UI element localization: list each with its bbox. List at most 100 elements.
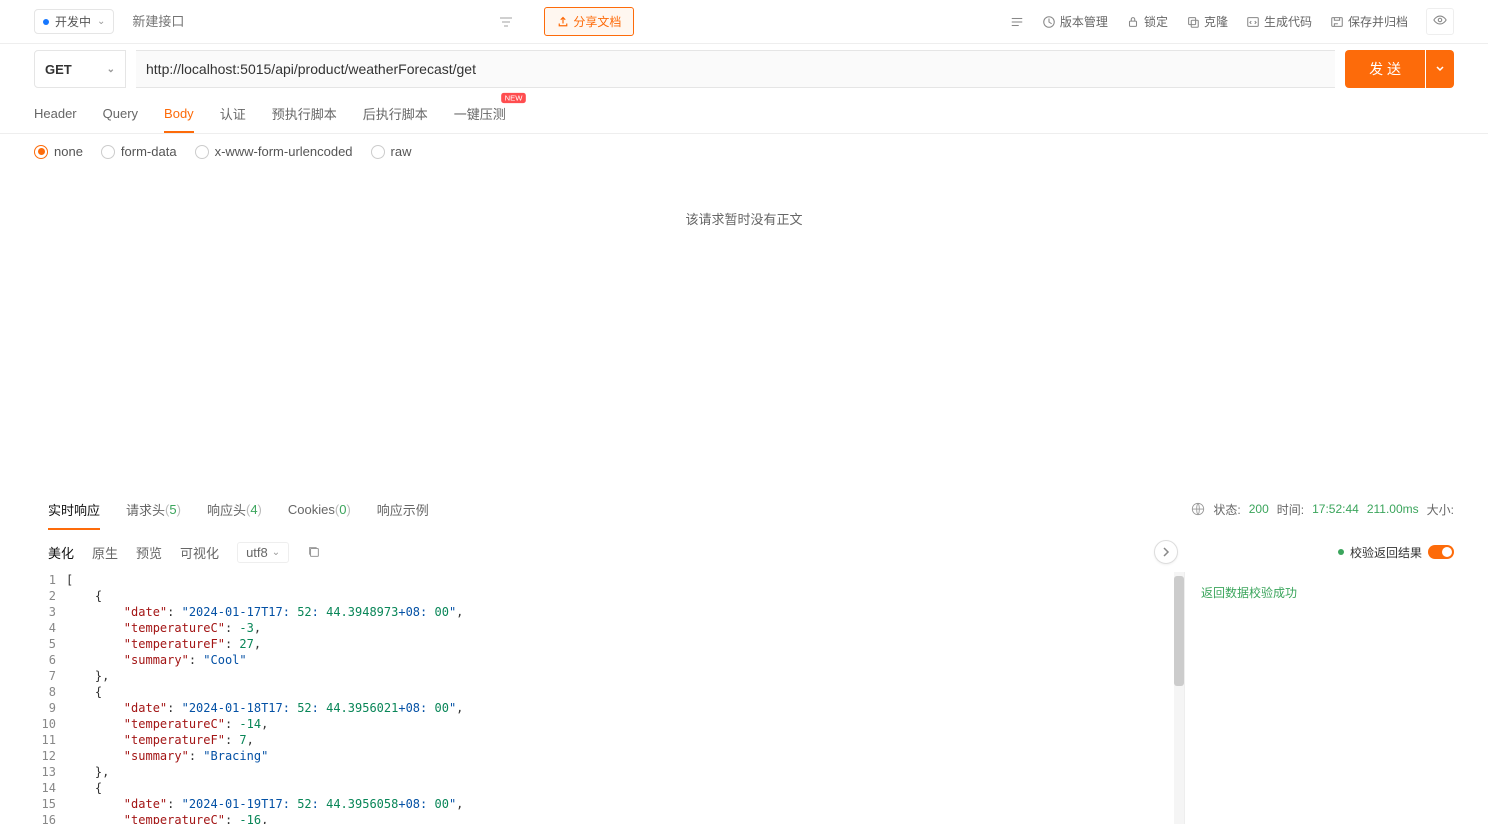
code-line: "temperatureC": -16,: [66, 812, 1184, 824]
scrollbar-track[interactable]: [1174, 572, 1184, 824]
line-number: 5: [34, 636, 56, 652]
send-dropdown-button[interactable]: [1426, 50, 1454, 88]
radio-circle: [195, 145, 209, 159]
validation-toggle[interactable]: [1428, 545, 1454, 559]
toolbar-label: 保存并归档: [1348, 13, 1408, 30]
tab-认证[interactable]: 认证: [220, 94, 246, 133]
body-type-form-data[interactable]: form-data: [101, 144, 177, 159]
validation-dot: [1338, 549, 1344, 555]
line-number: 12: [34, 748, 56, 764]
line-number: 14: [34, 780, 56, 796]
toolbar-history-button[interactable]: 版本管理: [1042, 13, 1108, 30]
dev-status-chip[interactable]: 开发中 ⌄: [34, 9, 114, 34]
line-number: 8: [34, 684, 56, 700]
share-label: 分享文档: [573, 13, 621, 30]
duration-value: 211.00ms: [1367, 502, 1419, 516]
body-type-none[interactable]: none: [34, 144, 83, 159]
status-code: 200: [1249, 502, 1269, 516]
share-doc-button[interactable]: 分享文档: [544, 7, 634, 36]
format-预览[interactable]: 预览: [136, 543, 162, 562]
tab-header[interactable]: Header: [34, 94, 77, 133]
clone-icon: [1186, 15, 1200, 29]
radio-circle: [101, 145, 115, 159]
response-tab-0[interactable]: 实时响应: [48, 488, 100, 530]
code-icon: [1246, 15, 1260, 29]
code-line: },: [66, 764, 1184, 780]
code-line: [: [66, 572, 1184, 588]
response-tab-4[interactable]: 响应示例: [377, 488, 429, 530]
save-icon: [1330, 15, 1344, 29]
toolbar-clone-button[interactable]: 克隆: [1186, 13, 1228, 30]
body-type-raw[interactable]: raw: [371, 144, 412, 159]
code-line: {: [66, 588, 1184, 604]
line-number: 15: [34, 796, 56, 812]
code-line: "temperatureC": -3,: [66, 620, 1184, 636]
line-number: 1: [34, 572, 56, 588]
code-line: },: [66, 668, 1184, 684]
toolbar-label: 版本管理: [1060, 13, 1108, 30]
code-line: "temperatureF": 7,: [66, 732, 1184, 748]
no-body-text: 该请求暂时没有正文: [0, 169, 1488, 228]
code-line: "summary": "Bracing": [66, 748, 1184, 764]
tab-预执行脚本[interactable]: 预执行脚本: [272, 94, 337, 133]
chevron-down-icon: [1435, 64, 1445, 74]
url-input[interactable]: [136, 50, 1335, 88]
history-icon: [1042, 15, 1056, 29]
line-number: 10: [34, 716, 56, 732]
time-label: 时间:: [1277, 501, 1304, 518]
status-dot: [43, 19, 49, 25]
radio-label: form-data: [121, 144, 177, 159]
chevron-down-icon: ⌄: [272, 547, 280, 558]
toolbar-label: 锁定: [1144, 13, 1168, 30]
eye-icon: [1433, 13, 1447, 27]
response-tab-1[interactable]: 请求头(5): [126, 488, 181, 530]
method-label: GET: [45, 62, 72, 77]
api-name-input[interactable]: [124, 10, 498, 33]
line-number: 6: [34, 652, 56, 668]
filter-icon[interactable]: [498, 14, 514, 30]
scrollbar-thumb[interactable]: [1174, 576, 1184, 686]
method-select[interactable]: GET ⌄: [34, 50, 126, 88]
send-button[interactable]: 发 送: [1345, 50, 1425, 88]
toolbar-code-button[interactable]: 生成代码: [1246, 13, 1312, 30]
line-number: 11: [34, 732, 56, 748]
code-line: "summary": "Cool": [66, 652, 1184, 668]
code-line: {: [66, 684, 1184, 700]
time-value: 17:52:44: [1312, 502, 1359, 516]
code-line: {: [66, 780, 1184, 796]
globe-icon: [1191, 502, 1205, 516]
line-number: 16: [34, 812, 56, 824]
format-美化[interactable]: 美化: [48, 543, 74, 562]
radio-label: x-www-form-urlencoded: [215, 144, 353, 159]
encoding-select[interactable]: utf8 ⌄: [237, 542, 289, 563]
response-tab-3[interactable]: Cookies(0): [288, 488, 351, 530]
format-可视化[interactable]: 可视化: [180, 543, 219, 562]
validation-label: 校验返回结果: [1350, 544, 1422, 561]
share-icon: [557, 16, 569, 28]
copy-icon[interactable]: [307, 545, 321, 559]
collapse-icon[interactable]: [1010, 15, 1024, 29]
body-type-x-www-form-urlencoded[interactable]: x-www-form-urlencoded: [195, 144, 353, 159]
toolbar-label: 克隆: [1204, 13, 1228, 30]
line-number: 9: [34, 700, 56, 716]
format-原生[interactable]: 原生: [92, 543, 118, 562]
code-line: "temperatureC": -14,: [66, 716, 1184, 732]
tab-query[interactable]: Query: [103, 94, 138, 133]
tab-一键压测[interactable]: 一键压测NEW: [454, 94, 506, 133]
dev-status-label: 开发中: [55, 13, 91, 30]
tab-后执行脚本[interactable]: 后执行脚本: [363, 94, 428, 133]
radio-label: raw: [391, 144, 412, 159]
validation-success-text: 返回数据校验成功: [1201, 586, 1297, 600]
tab-body[interactable]: Body: [164, 94, 194, 133]
line-number: 7: [34, 668, 56, 684]
lock-icon: [1126, 15, 1140, 29]
toolbar-lock-button[interactable]: 锁定: [1126, 13, 1168, 30]
chevron-down-icon: ⌄: [107, 64, 115, 75]
collapse-panel-button[interactable]: [1154, 540, 1178, 564]
code-line: "temperatureF": 27,: [66, 636, 1184, 652]
toolbar-save-button[interactable]: 保存并归档: [1330, 13, 1408, 30]
preview-button[interactable]: [1426, 8, 1454, 35]
code-line: "date": "2024-01-17T17: 52: 44.3948973+0…: [66, 604, 1184, 620]
code-line: "date": "2024-01-18T17: 52: 44.3956021+0…: [66, 700, 1184, 716]
response-tab-2[interactable]: 响应头(4): [207, 488, 262, 530]
